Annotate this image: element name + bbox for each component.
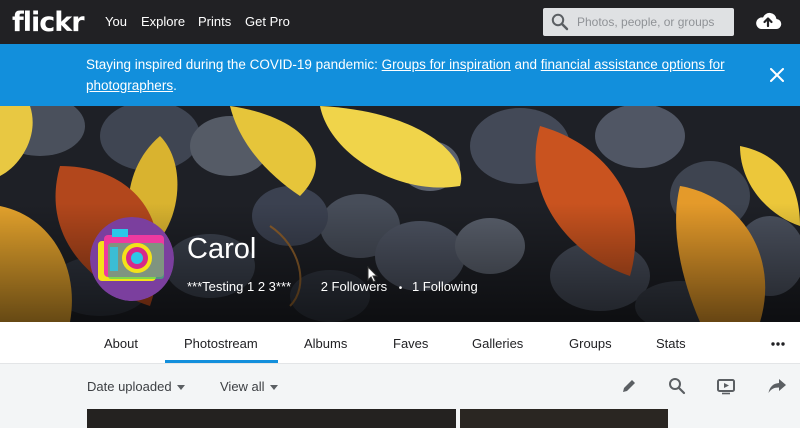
active-tab-indicator xyxy=(165,360,278,363)
tab-groups[interactable]: Groups xyxy=(569,336,612,351)
photo-thumbnail[interactable] xyxy=(87,409,456,428)
nav-link-prints[interactable]: Prints xyxy=(198,14,231,29)
profile-stats: ***Testing 1 2 3*** 2 Followers • 1 Foll… xyxy=(187,279,478,294)
search-icon[interactable] xyxy=(551,13,569,31)
close-icon[interactable] xyxy=(770,68,784,82)
groups-for-inspiration-link[interactable]: Groups for inspiration xyxy=(382,57,511,72)
chevron-down-icon xyxy=(269,385,278,391)
nav-link-explore[interactable]: Explore xyxy=(141,14,185,29)
mouse-cursor-icon xyxy=(367,266,379,283)
profile-name: Carol xyxy=(187,233,257,265)
covid-banner: Staying inspired during the COVID-19 pan… xyxy=(0,44,800,106)
nav-link-you[interactable]: You xyxy=(105,14,127,29)
tab-faves[interactable]: Faves xyxy=(393,336,428,351)
edit-pencil-icon[interactable] xyxy=(620,377,638,395)
tab-about[interactable]: About xyxy=(104,336,138,351)
search-box[interactable] xyxy=(543,8,734,36)
upload-cloud-icon[interactable] xyxy=(754,9,782,33)
share-icon[interactable] xyxy=(767,377,787,395)
view-dropdown[interactable]: View all xyxy=(220,379,278,394)
tab-galleries[interactable]: Galleries xyxy=(472,336,523,351)
chevron-down-icon xyxy=(176,385,185,391)
slideshow-icon[interactable] xyxy=(716,377,736,395)
banner-message: Staying inspired during the COVID-19 pan… xyxy=(86,57,725,93)
photo-thumbnail[interactable] xyxy=(460,409,668,428)
avatar[interactable] xyxy=(90,217,174,301)
profile-tagline: ***Testing 1 2 3*** xyxy=(187,279,292,294)
search-icon[interactable] xyxy=(668,377,686,395)
tab-albums[interactable]: Albums xyxy=(304,336,347,351)
photostream-toolbar: Date uploaded View all xyxy=(0,365,800,409)
sort-dropdown[interactable]: Date uploaded xyxy=(87,379,185,394)
separator-dot: • xyxy=(398,283,403,294)
nav-link-get-pro[interactable]: Get Pro xyxy=(245,14,290,29)
search-input[interactable] xyxy=(577,12,729,32)
tab-photostream[interactable]: Photostream xyxy=(184,336,258,351)
tab-stats[interactable]: Stats xyxy=(656,336,686,351)
more-options-icon[interactable] xyxy=(770,336,786,352)
profile-tabs: About Photostream Albums Faves Galleries… xyxy=(0,322,800,364)
camera-avatar-icon xyxy=(90,217,174,301)
top-navigation: flickr You Explore Prints Get Pro xyxy=(0,0,800,44)
flickr-logo[interactable]: flickr xyxy=(12,7,85,38)
following-link[interactable]: 1 Following xyxy=(412,279,478,294)
